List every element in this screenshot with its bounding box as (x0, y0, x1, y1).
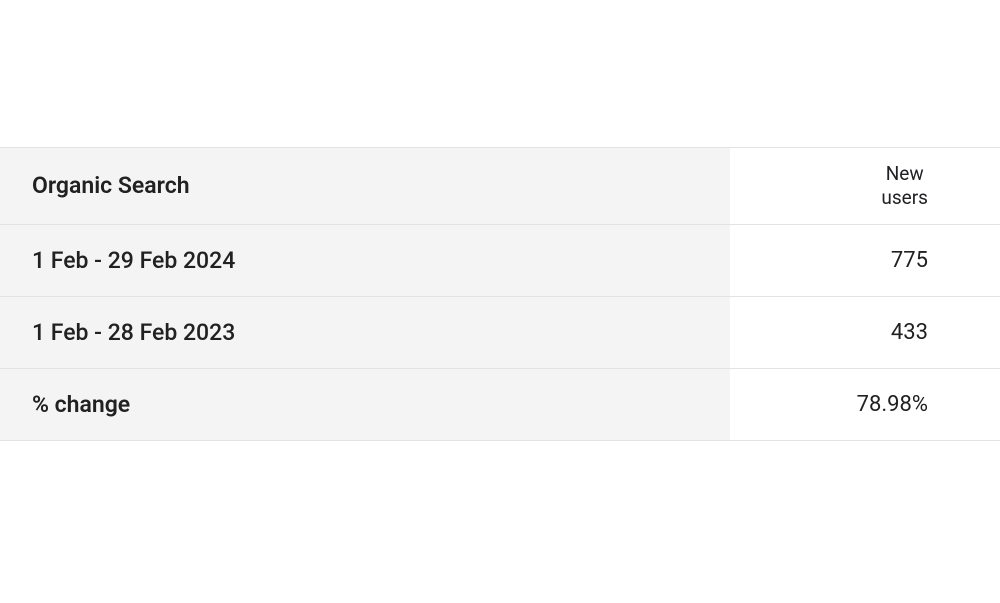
table-row: % change 78.98% (0, 369, 1000, 441)
metric-header-line1: New (881, 162, 928, 186)
row-label: 1 Feb - 29 Feb 2024 (0, 225, 730, 296)
row-value: 775 (730, 225, 1000, 296)
table-row: 1 Feb - 29 Feb 2024 775 (0, 225, 1000, 297)
row-label: % change (0, 369, 730, 440)
table-header-row: Organic Search New users (0, 147, 1000, 225)
row-value: 433 (730, 297, 1000, 368)
table-row: 1 Feb - 28 Feb 2023 433 (0, 297, 1000, 369)
row-header-label: Organic Search (0, 148, 730, 224)
comparison-table: Organic Search New users 1 Feb - 29 Feb … (0, 147, 1000, 441)
row-value: 78.98% (730, 369, 1000, 440)
row-label: 1 Feb - 28 Feb 2023 (0, 297, 730, 368)
metric-header-line2: users (881, 186, 928, 210)
metric-header[interactable]: New users (730, 148, 1000, 224)
